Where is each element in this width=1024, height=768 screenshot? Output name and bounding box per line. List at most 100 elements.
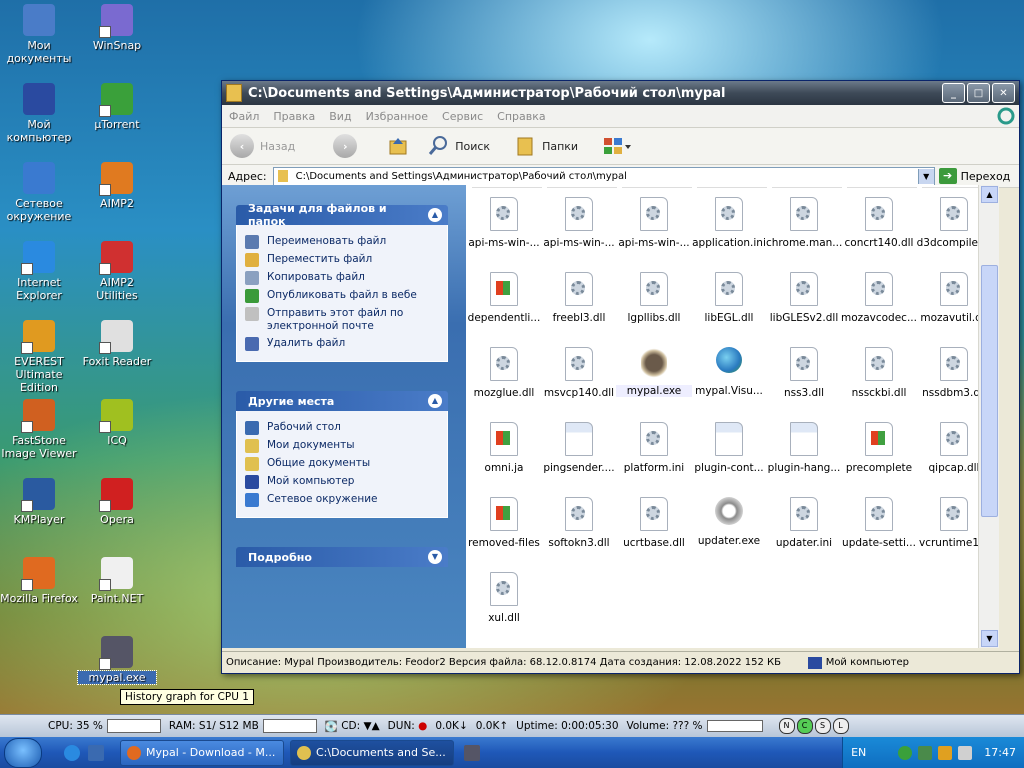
show-desktop-icon[interactable] bbox=[88, 744, 104, 761]
menu-edit[interactable]: Правка bbox=[266, 110, 322, 123]
file-item[interactable]: pingsender.... bbox=[541, 422, 617, 474]
scroll-up-arrow-icon[interactable]: ▲ bbox=[981, 186, 998, 203]
scroll-down-arrow-icon[interactable]: ▼ bbox=[981, 630, 998, 647]
file-item-clipped[interactable] bbox=[922, 185, 978, 188]
start-button[interactable] bbox=[4, 737, 42, 768]
file-item[interactable]: update-setti... bbox=[841, 497, 917, 549]
menu-view[interactable]: Вид bbox=[322, 110, 358, 123]
file-item[interactable]: nssckbi.dll bbox=[841, 347, 917, 399]
file-item[interactable]: removed-files bbox=[466, 497, 542, 549]
file-item[interactable]: xul.dll bbox=[466, 572, 542, 624]
mode-l-button[interactable]: L bbox=[832, 718, 849, 734]
file-item[interactable]: ucrtbase.dll bbox=[616, 497, 692, 549]
menu-tools[interactable]: Сервис bbox=[435, 110, 490, 123]
collapse-chevron-icon[interactable]: ▲ bbox=[428, 394, 442, 408]
desktop-icon[interactable]: Mozilla Firefox bbox=[0, 557, 78, 605]
go-arrow-icon[interactable]: ➔ bbox=[938, 168, 957, 184]
desktop-icon[interactable]: KMPlayer bbox=[0, 478, 78, 526]
cpu-graph[interactable] bbox=[106, 719, 161, 733]
task-link[interactable]: Переместить файл bbox=[245, 253, 439, 267]
address-dropdown[interactable]: ▼ bbox=[917, 168, 934, 184]
file-item[interactable]: dependentli... bbox=[466, 272, 542, 324]
scrollbar-thumb[interactable] bbox=[981, 265, 998, 517]
file-item[interactable]: nss3.dll bbox=[766, 347, 842, 399]
task-link[interactable]: Сетевое окружение bbox=[245, 493, 439, 507]
desktop-icon[interactable]: Paint.NET bbox=[78, 557, 156, 605]
file-item[interactable]: api-ms-win-... bbox=[466, 197, 542, 249]
task-link[interactable]: Отправить этот файл по электронной почте bbox=[245, 307, 439, 333]
up-folder-icon[interactable] bbox=[387, 135, 409, 157]
file-item[interactable]: vcruntime1... bbox=[916, 497, 978, 549]
file-item[interactable]: platform.ini bbox=[616, 422, 692, 474]
desktop-icon[interactable]: AIMP2 bbox=[78, 162, 156, 210]
vertical-scrollbar[interactable]: ▲ ▼ bbox=[978, 185, 999, 648]
file-item-clipped[interactable] bbox=[472, 185, 542, 188]
file-item[interactable]: plugin-cont... bbox=[691, 422, 767, 474]
file-item[interactable]: plugin-hang... bbox=[766, 422, 842, 474]
folders-button[interactable]: Папки bbox=[542, 140, 578, 153]
file-item[interactable]: libEGL.dll bbox=[691, 272, 767, 324]
search-button[interactable]: Поиск bbox=[455, 140, 490, 153]
mode-n-button[interactable]: N bbox=[778, 718, 795, 734]
file-item[interactable]: d3dcompiler... bbox=[916, 197, 978, 249]
desktop-icon[interactable]: mypal.exe bbox=[77, 636, 157, 685]
internet-explorer-icon[interactable] bbox=[64, 744, 80, 761]
tasks-panel-header[interactable]: Задачи для файлов и папок ▲ bbox=[236, 202, 448, 228]
file-item[interactable]: qipcap.dll bbox=[916, 422, 978, 474]
file-item[interactable]: mozglue.dll bbox=[466, 347, 542, 399]
ram-graph[interactable] bbox=[262, 719, 317, 733]
file-item[interactable]: mypal.Visu... bbox=[691, 347, 767, 397]
places-panel-header[interactable]: Другие места ▲ bbox=[236, 391, 448, 411]
clock[interactable]: 17:47 bbox=[984, 746, 1016, 759]
file-item[interactable]: nssdbm3.dll bbox=[916, 347, 978, 399]
task-link[interactable]: Мои документы bbox=[245, 439, 439, 453]
address-input[interactable]: C:\Documents and Settings\Администратор\… bbox=[272, 166, 935, 186]
menu-help[interactable]: Справка bbox=[490, 110, 552, 123]
file-item[interactable]: mozavutil.dll bbox=[916, 272, 978, 324]
folders-icon[interactable] bbox=[514, 135, 536, 157]
mypal-icon[interactable] bbox=[464, 744, 480, 761]
search-icon[interactable] bbox=[427, 135, 449, 157]
task-link[interactable]: Рабочий стол bbox=[245, 421, 439, 435]
file-item[interactable]: chrome.man... bbox=[766, 197, 842, 249]
collapse-chevron-icon[interactable]: ▲ bbox=[428, 208, 442, 222]
desktop-icon[interactable]: Internet Explorer bbox=[0, 241, 78, 302]
icq-tray-icon[interactable] bbox=[898, 745, 913, 760]
task-link[interactable]: Переименовать файл bbox=[245, 235, 439, 249]
task-link[interactable]: Общие документы bbox=[245, 457, 439, 471]
file-item[interactable]: msvcp140.dll bbox=[541, 347, 617, 399]
menu-favorites[interactable]: Избранное bbox=[359, 110, 435, 123]
task-link[interactable]: Опубликовать файл в вебе bbox=[245, 289, 439, 303]
desktop-icon[interactable]: Мои документы bbox=[0, 4, 78, 65]
disk-icon[interactable]: 💽 bbox=[325, 720, 338, 733]
back-button[interactable]: Назад bbox=[260, 140, 295, 153]
desktop-icon[interactable]: µTorrent bbox=[78, 83, 156, 131]
back-arrow-icon[interactable]: ‹ bbox=[230, 134, 254, 158]
desktop-icon[interactable]: AIMP2 Utilities bbox=[78, 241, 156, 302]
file-item-clipped[interactable] bbox=[847, 185, 917, 188]
desktop-icon[interactable]: ICQ bbox=[78, 399, 156, 447]
desktop-icon[interactable]: Opera bbox=[78, 478, 156, 526]
file-item[interactable]: mypal.exe bbox=[616, 347, 692, 397]
network-tray-icon[interactable] bbox=[918, 745, 933, 760]
file-item[interactable]: api-ms-win-... bbox=[541, 197, 617, 249]
desktop-icon[interactable]: WinSnap bbox=[78, 4, 156, 52]
desktop-icon[interactable]: Сетевое окружение bbox=[0, 162, 78, 223]
close-button[interactable]: ✕ bbox=[992, 83, 1015, 103]
file-item[interactable]: mozavcodec... bbox=[841, 272, 917, 324]
views-icon[interactable] bbox=[602, 135, 632, 157]
menu-file[interactable]: Файл bbox=[222, 110, 266, 123]
mode-c-button[interactable]: C bbox=[796, 718, 813, 734]
maximize-button[interactable]: □ bbox=[967, 83, 990, 103]
desktop-icon[interactable]: FastStone Image Viewer bbox=[0, 399, 78, 460]
taskbar-button[interactable]: C:\Documents and Se... bbox=[290, 739, 454, 766]
mode-s-button[interactable]: S bbox=[814, 718, 831, 734]
file-item[interactable]: application.ini bbox=[691, 197, 767, 249]
file-item[interactable]: lgpllibs.dll bbox=[616, 272, 692, 324]
file-item[interactable]: softokn3.dll bbox=[541, 497, 617, 549]
desktop-icon[interactable]: Foxit Reader bbox=[78, 320, 156, 368]
details-panel-header[interactable]: Подробно ▼ bbox=[236, 547, 448, 567]
title-bar[interactable]: C:\Documents and Settings\Администратор\… bbox=[222, 81, 1019, 105]
language-indicator[interactable]: EN bbox=[851, 746, 866, 759]
file-item[interactable]: freebl3.dll bbox=[541, 272, 617, 324]
